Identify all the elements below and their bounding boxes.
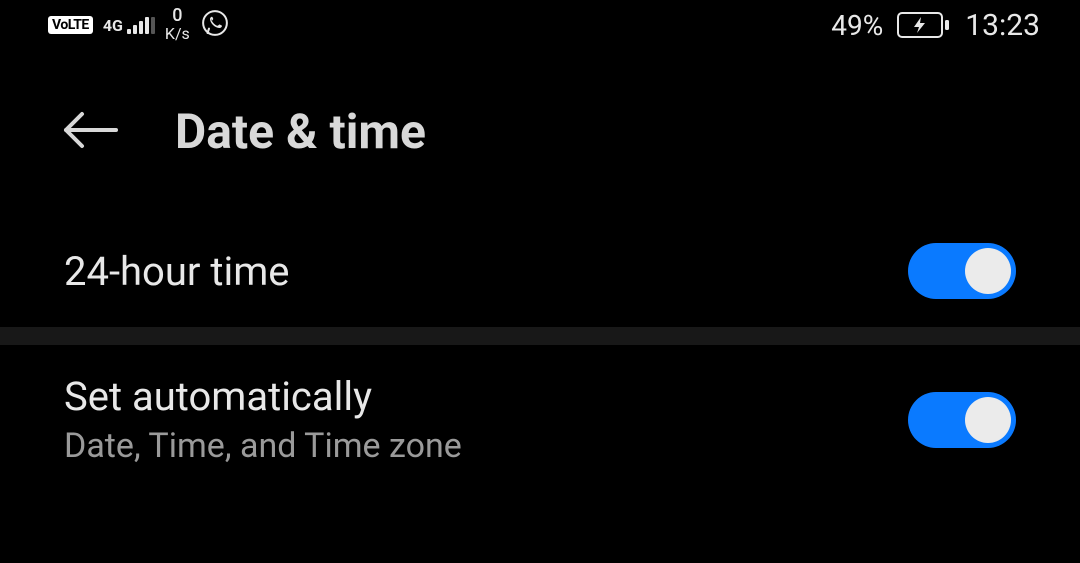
battery-icon xyxy=(897,12,951,38)
section-divider xyxy=(0,327,1080,345)
battery-percentage: 49% xyxy=(831,9,883,42)
whatsapp-icon xyxy=(200,8,230,42)
status-time: 13:23 xyxy=(965,8,1040,43)
toggle-24hour[interactable] xyxy=(908,243,1016,299)
signal-bars-icon xyxy=(127,16,155,34)
speed-unit: K/s xyxy=(165,26,190,43)
status-left: VoLTE 4G 0 K/s xyxy=(48,7,230,43)
toggle-set-automatically[interactable] xyxy=(908,392,1016,448)
status-right: 49% 13:23 xyxy=(831,8,1040,43)
volte-badge: VoLTE xyxy=(48,16,93,34)
setting-title-24hour: 24-hour time xyxy=(64,248,290,295)
network-indicator: 4G xyxy=(103,16,155,34)
status-bar: VoLTE 4G 0 K/s xyxy=(0,0,1080,48)
data-speed-indicator: 0 K/s xyxy=(165,7,190,43)
toggle-knob xyxy=(965,397,1011,443)
page-header: Date & time xyxy=(0,48,1080,215)
toggle-knob xyxy=(965,248,1011,294)
setting-subtitle-set-auto: Date, Time, and Time zone xyxy=(64,426,462,466)
setting-row-24hour[interactable]: 24-hour time xyxy=(0,215,1080,327)
setting-row-set-automatically[interactable]: Set automatically Date, Time, and Time z… xyxy=(0,345,1080,494)
back-arrow-icon[interactable] xyxy=(60,109,120,155)
network-type-label: 4G xyxy=(103,18,123,34)
page-title: Date & time xyxy=(175,103,426,160)
setting-title-set-auto: Set automatically xyxy=(64,373,462,420)
